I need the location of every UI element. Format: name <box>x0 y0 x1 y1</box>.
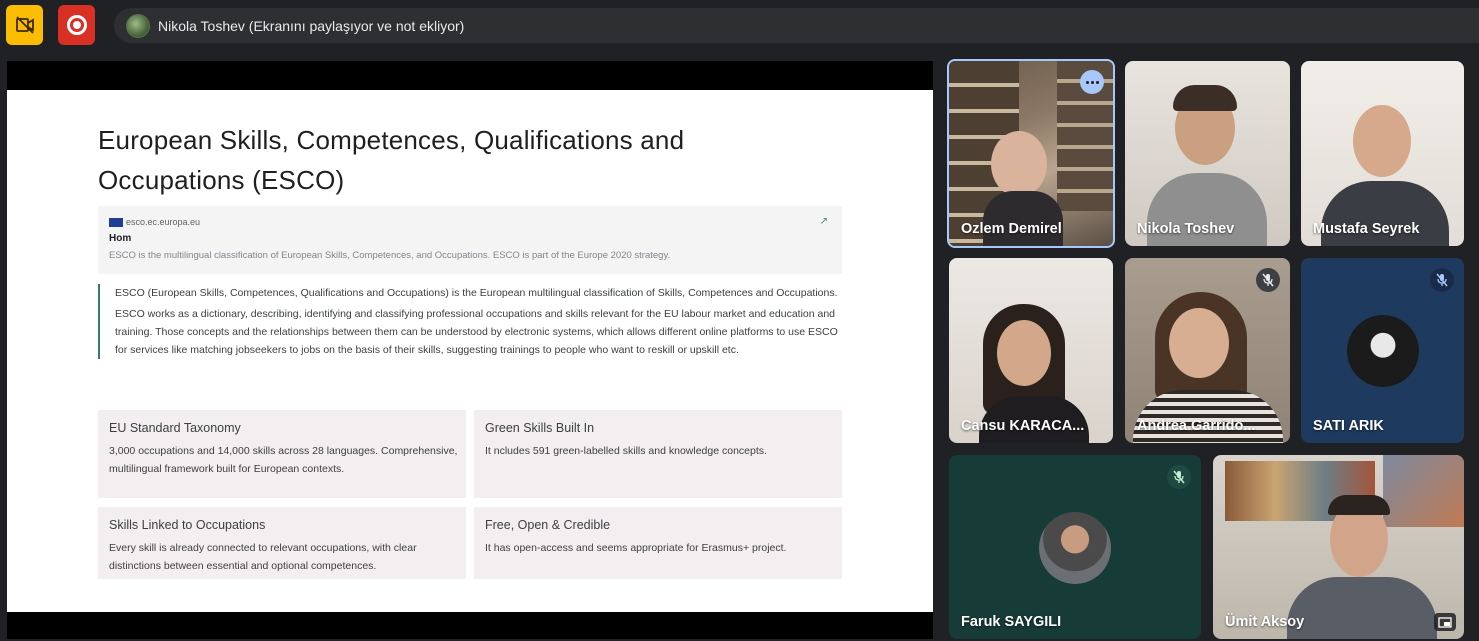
muted-mic-icon <box>1167 465 1191 489</box>
participant-tile-cansu[interactable]: Cansu KARACA... <box>949 258 1113 443</box>
wall-painting <box>1383 455 1464 527</box>
feature-title: Green Skills Built In <box>485 421 595 435</box>
participant-tile-ozlem[interactable]: Ozlem Demirel <box>947 59 1115 248</box>
participant-name: Nikola Toshev <box>1137 221 1235 237</box>
muted-mic-icon <box>1256 268 1280 292</box>
feature-card-green-skills: Green Skills Built In It ncludes 591 gre… <box>474 410 842 498</box>
quote-paragraph-2: ESCO works as a dictionary, describing, … <box>115 308 838 356</box>
participant-name: SATI ARIK <box>1313 418 1384 434</box>
participant-avatar <box>1039 512 1111 584</box>
feature-text: It ncludes 591 green-labelled skills and… <box>485 445 767 457</box>
picture-in-picture-icon[interactable] <box>1434 613 1456 631</box>
participant-body <box>1133 390 1283 443</box>
feature-title: EU Standard Taxonomy <box>109 421 241 435</box>
participant-tile-mustafa[interactable]: Mustafa Seyrek <box>1301 61 1464 246</box>
participant-tile-andrea[interactable]: Andrea Garrido... <box>1125 258 1290 443</box>
eu-flag-icon <box>109 218 123 227</box>
external-link-icon[interactable]: ↗ <box>820 216 828 227</box>
feature-text: Every skill is already connected to rele… <box>109 542 417 572</box>
participant-face <box>1353 105 1411 177</box>
camera-off-icon <box>15 16 34 34</box>
participant-name: Andrea Garrido... <box>1137 418 1256 434</box>
muted-mic-icon <box>1430 268 1454 292</box>
participant-tile-nikola[interactable]: Nikola Toshev <box>1125 61 1290 246</box>
participant-name: Mustafa Seyrek <box>1313 221 1420 237</box>
feature-card-free-open: Free, Open & Credible It has open-access… <box>474 507 842 579</box>
record-icon <box>66 15 87 35</box>
feature-title: Skills Linked to Occupations <box>109 518 266 532</box>
participant-hair <box>1328 495 1390 515</box>
presenter-banner[interactable]: Nikola Toshev (Ekranını paylaşıyor ve no… <box>114 8 1479 43</box>
participant-hair <box>1173 85 1237 111</box>
link-heading: Hom <box>109 233 132 244</box>
link-preview-card[interactable]: esco.ec.europa.eu ↗ Hom ESCO is the mult… <box>98 206 842 274</box>
presentation-slide: European Skills, Competences, Qualificat… <box>7 90 933 612</box>
presenter-status-text: Nikola Toshev (Ekranını paylaşıyor ve no… <box>158 17 465 34</box>
participant-body <box>983 191 1063 246</box>
participant-name: Faruk SAYGILI <box>961 614 1062 630</box>
feature-text: It has open-access and seems appropriate… <box>485 542 787 554</box>
participant-name: Ozlem Demirel <box>961 221 1062 237</box>
link-domain: esco.ec.europa.eu <box>126 217 201 227</box>
participant-name: Ümit Aksoy <box>1225 614 1305 630</box>
feature-text: 3,000 occupations and 14,000 skills acro… <box>109 445 458 475</box>
quote-paragraph-1: ESCO (European Skills, Competences, Qual… <box>115 287 838 299</box>
camera-off-button[interactable] <box>6 5 43 45</box>
feature-card-skills-linked: Skills Linked to Occupations Every skill… <box>98 507 466 579</box>
participant-face <box>991 131 1047 197</box>
link-description: ESCO is the multilingual classification … <box>109 250 671 261</box>
feature-title: Free, Open & Credible <box>485 518 611 532</box>
esco-description-quote: ESCO (European Skills, Competences, Qual… <box>98 284 844 359</box>
participant-tile-umit[interactable]: Ümit Aksoy <box>1213 455 1464 639</box>
participant-tile-sati[interactable]: SATI ARIK <box>1301 258 1464 443</box>
record-button[interactable] <box>58 5 95 45</box>
meeting-top-bar: Nikola Toshev (Ekranını paylaşıyor ve no… <box>0 0 1479 50</box>
participant-tile-faruk[interactable]: Faruk SAYGILI <box>949 455 1201 639</box>
participant-body <box>1287 577 1437 639</box>
participant-avatar <box>1347 315 1419 387</box>
slide-title: European Skills, Competences, Qualificat… <box>98 125 685 195</box>
feature-card-taxonomy: EU Standard Taxonomy 3,000 occupations a… <box>98 410 466 498</box>
participant-face <box>1169 308 1229 378</box>
participant-face <box>997 320 1051 386</box>
participant-name: Cansu KARACA... <box>961 418 1085 434</box>
presenter-avatar <box>126 13 150 38</box>
shared-screen[interactable]: European Skills, Competences, Qualificat… <box>7 61 933 639</box>
more-options-button[interactable] <box>1080 70 1104 94</box>
